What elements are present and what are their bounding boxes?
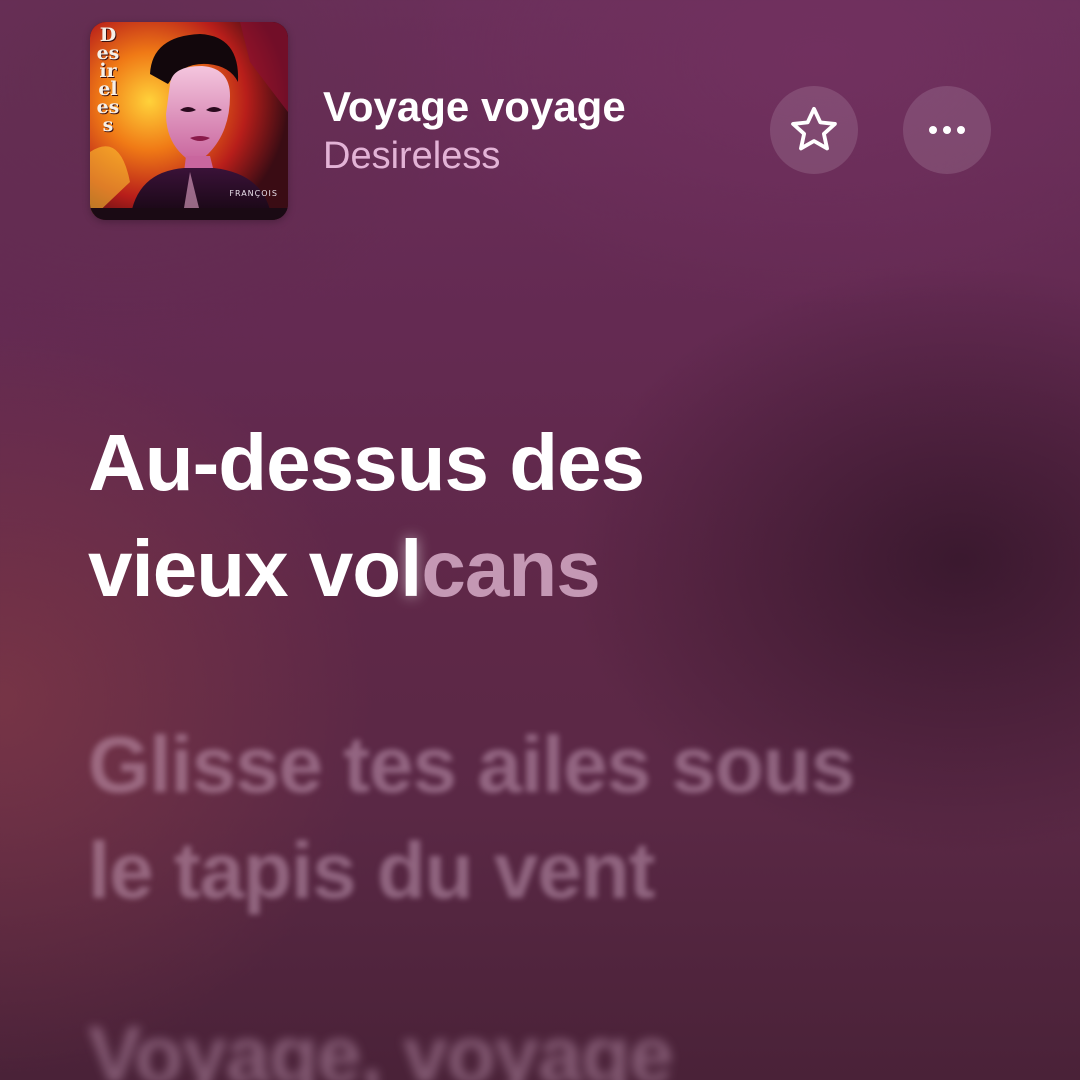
ellipsis-icon: [929, 126, 965, 134]
lyric-sung-text: vieux vo: [88, 524, 401, 613]
more-options-button[interactable]: [903, 86, 991, 174]
lyric-current-line-1: Au-dessus des: [88, 418, 645, 507]
track-info[interactable]: Voyage voyage Desireless: [323, 82, 626, 180]
lyric-unsung-text: cans: [421, 524, 600, 613]
lyrics-view[interactable]: Au-dessus des vieux volcans Glisse tes a…: [88, 410, 1018, 1080]
lyric-next-line[interactable]: Glisse tes ailes sous le tapis du vent: [88, 712, 855, 924]
track-artist[interactable]: Desireless: [323, 132, 626, 180]
lyric-upcoming-line[interactable]: Voyage, voyage: [88, 1002, 674, 1080]
now-playing-header: Desireless FRANÇOIS Voyage voyage Desire…: [90, 22, 1000, 222]
star-outline-icon: [791, 106, 837, 151]
album-band-text: Desireless: [96, 24, 120, 136]
lyric-next-line-1: Glisse tes ailes sous: [88, 720, 855, 809]
lyric-current-line[interactable]: Au-dessus des vieux volcans: [88, 410, 1018, 622]
track-title: Voyage voyage: [323, 83, 626, 130]
lyric-current-line-2: vieux volcans: [88, 516, 1018, 622]
favorite-button[interactable]: [770, 86, 858, 174]
lyric-next-line-2: le tapis du vent: [88, 826, 655, 915]
lyric-upcoming-line-1: Voyage, voyage: [88, 1010, 674, 1080]
lyric-sung-glow-text: l: [400, 524, 422, 613]
album-art[interactable]: Desireless FRANÇOIS: [90, 22, 288, 220]
album-credit-text: FRANÇOIS: [229, 189, 278, 198]
